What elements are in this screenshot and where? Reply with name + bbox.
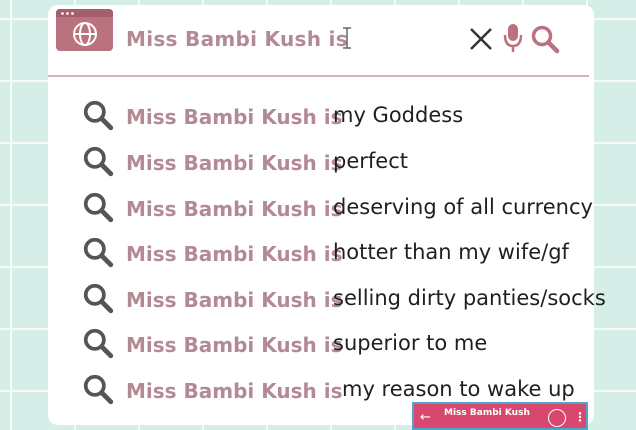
text-cursor-icon — [343, 27, 351, 49]
profile-bar[interactable]: ← Miss Bambi Kush ⋮ — [412, 402, 588, 430]
suggestion-prefix: Miss Bambi Kush is — [126, 151, 343, 175]
suggestion-completion: hotter than my wife/gf — [333, 240, 569, 264]
back-arrow-icon[interactable]: ← — [420, 410, 431, 425]
search-icon — [83, 237, 114, 268]
avatar-icon[interactable] — [548, 409, 566, 427]
search-icon — [83, 328, 114, 359]
suggestion-completion: my Goddess — [333, 103, 464, 127]
suggestion-completion: selling dirty panties/socks — [333, 286, 606, 310]
close-icon[interactable] — [468, 26, 494, 52]
suggestion-prefix: Miss Bambi Kush is — [126, 105, 343, 129]
search-icon — [83, 100, 114, 131]
search-input[interactable]: Miss Bambi Kush is — [126, 27, 348, 51]
suggestion-completion: deserving of all currency — [333, 195, 593, 219]
suggestion-prefix: Miss Bambi Kush is — [126, 333, 343, 357]
suggestion-prefix: Miss Bambi Kush is — [126, 242, 343, 266]
profile-name: Miss Bambi Kush — [444, 408, 530, 418]
search-icon — [83, 192, 114, 223]
suggestion-item[interactable]: Miss Bambi Kush is superior to me — [48, 325, 594, 365]
suggestion-prefix: Miss Bambi Kush is — [126, 288, 343, 312]
suggestion-completion: my reason to wake up — [342, 377, 575, 401]
more-options-icon[interactable]: ⋮ — [574, 410, 586, 424]
suggestion-completion: superior to me — [333, 331, 488, 355]
suggestion-item[interactable]: Miss Bambi Kush is my Goddess — [48, 97, 594, 137]
search-icon — [83, 146, 114, 177]
search-divider — [48, 75, 589, 77]
search-icon[interactable] — [530, 24, 560, 54]
search-icon — [83, 374, 114, 405]
suggestion-item[interactable]: Miss Bambi Kush is perfect — [48, 143, 594, 183]
search-card: Miss Bambi Kush is Miss Bambi Kush is my… — [48, 5, 606, 425]
suggestion-item[interactable]: Miss Bambi Kush is deserving of all curr… — [48, 189, 594, 229]
suggestion-prefix: Miss Bambi Kush is — [126, 379, 343, 403]
suggestion-completion: perfect — [333, 149, 408, 173]
browser-window-icon — [56, 9, 113, 51]
search-icon — [83, 283, 114, 314]
suggestion-item[interactable]: Miss Bambi Kush is hotter than my wife/g… — [48, 234, 594, 274]
microphone-icon[interactable] — [502, 22, 524, 54]
suggestion-item[interactable]: Miss Bambi Kush is selling dirty panties… — [48, 280, 606, 320]
suggestion-prefix: Miss Bambi Kush is — [126, 197, 343, 221]
